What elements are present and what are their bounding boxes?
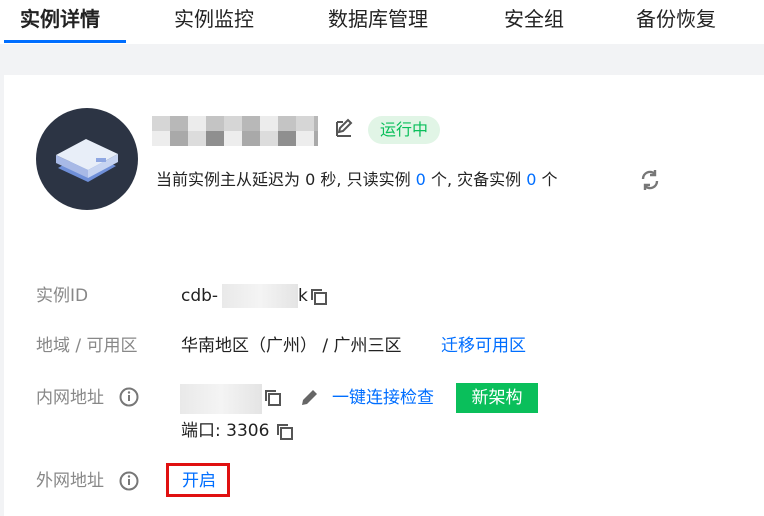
tab-backup-restore[interactable]: 备份恢复 — [636, 6, 716, 32]
instance-id-label: 实例ID — [36, 286, 89, 306]
delay-value: 0 — [305, 170, 316, 189]
instance-id-mask — [222, 284, 298, 308]
instance-name-masked — [152, 116, 318, 146]
private-address-mask — [180, 384, 262, 414]
region-label: 地域 / 可用区 — [36, 336, 138, 356]
edit-icon[interactable] — [332, 117, 356, 141]
pencil-icon[interactable] — [298, 387, 320, 409]
top-tab-bar: 实例详情 实例监控 数据库管理 安全组 备份恢复 — [0, 0, 764, 44]
replication-summary: 当前实例主从延迟为 0 秒, 只读实例 0 个, 灾备实例 0 个 — [156, 168, 558, 192]
tab-instance-monitoring[interactable]: 实例监控 — [174, 6, 254, 32]
active-tab-indicator — [4, 40, 126, 43]
private-network-label: 内网地址 — [36, 388, 104, 408]
tab-security-group[interactable]: 安全组 — [504, 6, 564, 32]
public-network-label: 外网地址 — [36, 471, 104, 491]
info-icon[interactable] — [119, 387, 139, 407]
region-value: 华南地区（广州） / 广州三区 — [181, 336, 402, 356]
summary-unit-ge1: 个, 灾备实例 — [430, 170, 522, 189]
tab-instance-details[interactable]: 实例详情 — [20, 6, 100, 32]
info-icon[interactable] — [119, 471, 139, 491]
summary-prefix: 当前实例主从延迟为 — [156, 170, 301, 189]
status-badge: 运行中 — [368, 116, 441, 144]
port-value: 端口: 3306 — [181, 421, 270, 441]
copy-icon[interactable] — [276, 423, 294, 441]
instance-avatar — [36, 108, 138, 210]
migrate-zone-link[interactable]: 迁移可用区 — [441, 334, 526, 358]
summary-unit-ge2: 个 — [541, 170, 558, 189]
instance-id-prefix: cdb- — [181, 286, 219, 306]
one-click-connection-check[interactable]: 一键连接检查 — [332, 386, 434, 410]
database-icon — [56, 139, 118, 182]
dr-count[interactable]: 0 — [526, 170, 536, 189]
enable-public-network-link[interactable]: 开启 — [182, 469, 216, 493]
copy-icon[interactable] — [310, 288, 328, 306]
copy-icon[interactable] — [264, 389, 282, 407]
refresh-icon[interactable] — [638, 168, 662, 192]
tab-database-management[interactable]: 数据库管理 — [328, 6, 428, 32]
readonly-count[interactable]: 0 — [416, 170, 426, 189]
new-architecture-badge: 新架构 — [456, 383, 538, 413]
summary-unit-sec: 秒, 只读实例 — [320, 170, 411, 189]
instance-id-suffix: k — [298, 286, 308, 306]
